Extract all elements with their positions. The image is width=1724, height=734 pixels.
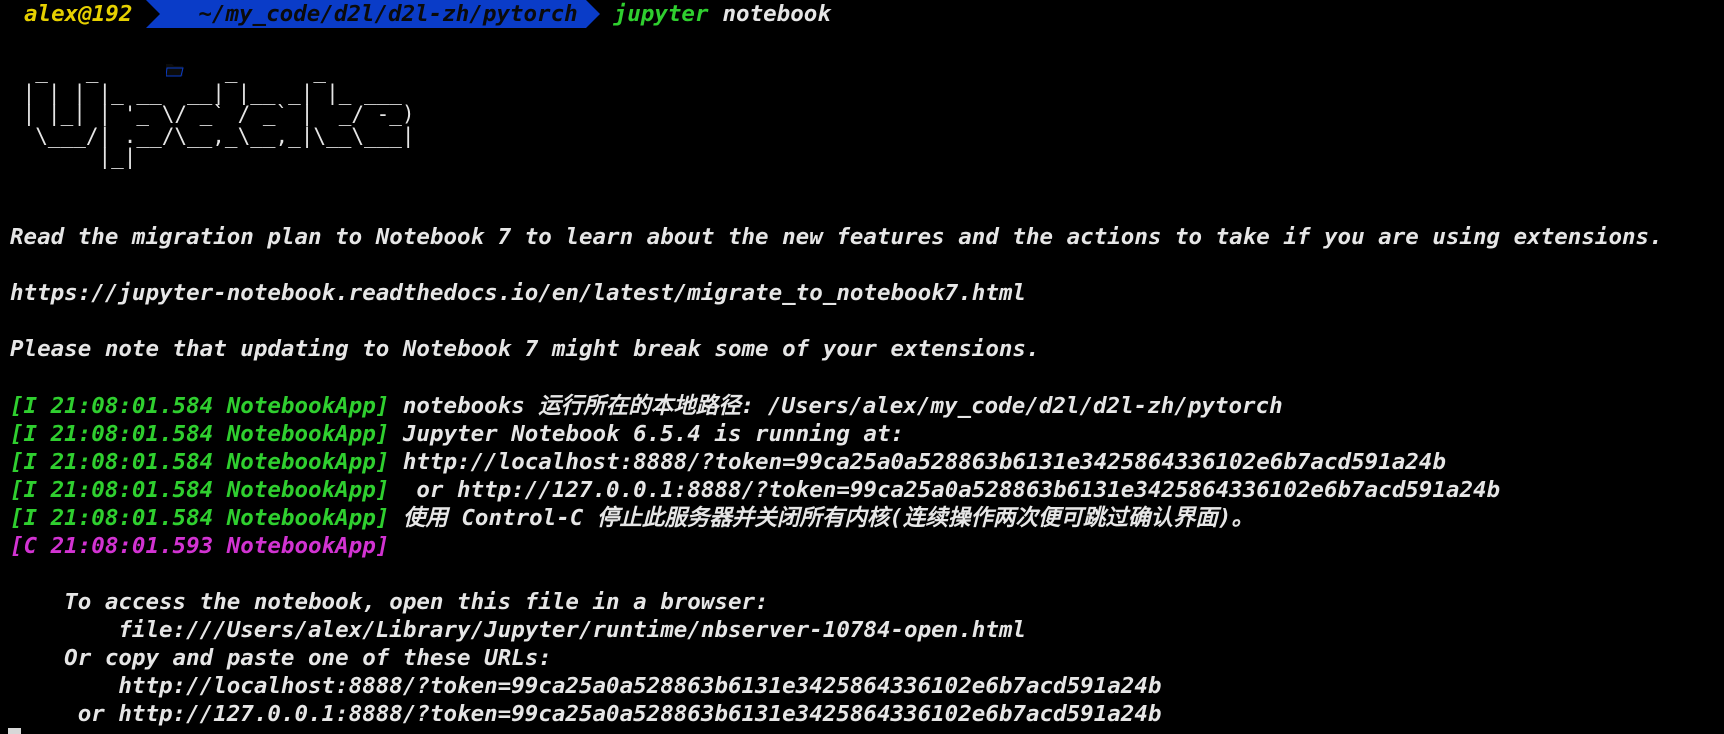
prompt-separator-arrow [585, 0, 600, 28]
shell-prompt: alex@192 ~/my_code/d2l/d2l-zh/pytorch ju… [0, 0, 831, 77]
access-url-ip: or http://127.0.0.1:8888/?token=99ca25a0… [10, 701, 1162, 727]
log-text: or http://127.0.0.1:8888/?token=99ca25a0… [389, 477, 1501, 503]
log-line: [C 21:08:01.593 NotebookApp] [10, 532, 389, 560]
command-argument: notebook [722, 1, 831, 27]
access-url-localhost: http://localhost:8888/?token=99ca25a0a52… [10, 673, 1162, 699]
log-tag: [I 21:08:01.584 NotebookApp] [10, 449, 390, 475]
log-line: [I 21:08:01.584 NotebookApp] 使用 Control-… [10, 504, 1254, 532]
compatibility-note: Please note that updating to Notebook 7 … [10, 336, 1040, 362]
prompt-separator-arrow [146, 0, 161, 28]
log-line: [I 21:08:01.584 NotebookApp] or http://1… [10, 476, 1500, 504]
terminal-window[interactable]: alex@192 ~/my_code/d2l/d2l-zh/pytorch ju… [0, 0, 1724, 734]
prompt-path: ~/my_code/d2l/d2l-zh/pytorch [198, 1, 578, 27]
prompt-path-segment: ~/my_code/d2l/d2l-zh/pytorch [160, 0, 586, 77]
log-text: 使用 Control-C 停止此服务器并关闭所有内核(连续操作两次便可跳过确认界… [389, 505, 1254, 531]
log-tag: [I 21:08:01.584 NotebookApp] [10, 477, 390, 503]
migration-message: Read the migration plan to Notebook 7 to… [10, 224, 1663, 250]
log-text: notebooks 运行所在的本地路径: /Users/alex/my_code… [389, 393, 1283, 419]
command-name: jupyter [613, 1, 709, 27]
access-intro: To access the notebook, open this file i… [10, 589, 769, 615]
access-file-path: file:///Users/alex/Library/Jupyter/runti… [10, 617, 1026, 643]
access-copy-hint: Or copy and paste one of these URLs: [10, 645, 552, 671]
log-text: Jupyter Notebook 6.5.4 is running at: [389, 421, 905, 447]
terminal-cursor [8, 728, 21, 734]
migration-url: https://jupyter-notebook.readthedocs.io/… [10, 280, 1026, 306]
log-line: [I 21:08:01.584 NotebookApp] Jupyter Not… [10, 420, 904, 448]
log-line: [I 21:08:01.584 NotebookApp] notebooks 运… [10, 392, 1283, 420]
log-line: [I 21:08:01.584 NotebookApp] http://loca… [10, 448, 1446, 476]
log-text: http://localhost:8888/?token=99ca25a0a52… [389, 449, 1446, 475]
log-tag: [I 21:08:01.584 NotebookApp] [10, 393, 390, 419]
jupyter-ascii-logo: _ _ _ _ | | | |_ __ __| |__ _| |_ ___ | … [22, 59, 415, 170]
prompt-user: alex@192 [0, 0, 147, 28]
log-tag: [I 21:08:01.584 NotebookApp] [10, 505, 390, 531]
log-tag: [I 21:08:01.584 NotebookApp] [10, 421, 390, 447]
folder-icon [166, 7, 185, 77]
log-tag-critical: [C 21:08:01.593 NotebookApp] [10, 533, 390, 559]
